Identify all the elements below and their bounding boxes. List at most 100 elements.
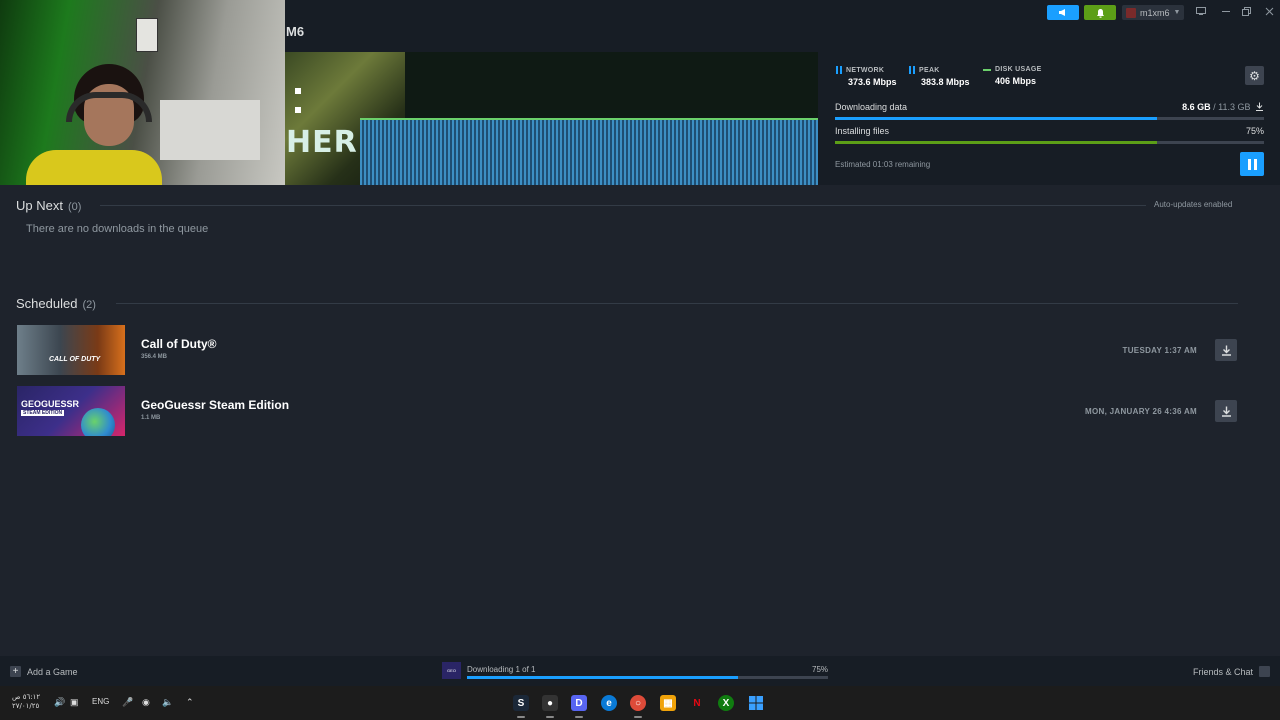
chrome-icon[interactable]: ○ xyxy=(630,695,646,711)
installing-percent: 75% xyxy=(1245,126,1264,136)
section-divider xyxy=(116,303,1238,304)
edge-icon[interactable]: e xyxy=(601,695,617,711)
scheduled-count: (2) xyxy=(82,299,96,311)
downloading-track xyxy=(835,117,1264,120)
pause-button[interactable] xyxy=(1240,152,1264,176)
download-status[interactable]: Downloading 1 of 1 xyxy=(467,665,536,674)
downloaded-amount: 8.6 GB / 11.3 GB xyxy=(1182,102,1264,112)
game-name[interactable]: Call of Duty® xyxy=(141,337,217,351)
scheduled-heading: Scheduled (2) xyxy=(16,296,96,311)
active-indicator xyxy=(546,716,554,718)
scheduled-item[interactable]: GEOGUESSR STEAM EDITION GeoGuessr Steam … xyxy=(17,386,1237,436)
download-icon xyxy=(1221,345,1231,356)
speaker-icon[interactable]: 🔈 xyxy=(162,697,173,708)
installing-label: Installing files xyxy=(835,126,890,136)
discord-icon[interactable]: D xyxy=(571,695,587,711)
netflix-icon[interactable]: N xyxy=(689,695,705,711)
download-settings-button[interactable]: ⚙ xyxy=(1245,66,1264,85)
restore-icon[interactable] xyxy=(1240,4,1254,18)
chevron-up-icon[interactable]: ⌃ xyxy=(186,697,194,708)
peak-bar-icon xyxy=(909,66,915,74)
add-game-label: Add a Game xyxy=(27,666,78,677)
download-arrow-icon xyxy=(1256,102,1263,111)
peak-label: PEAK xyxy=(919,66,940,74)
thumbnail-logo-text: CALL OF DUTY xyxy=(49,356,101,363)
game-size: 356.4 MB xyxy=(141,354,168,360)
obs-icon[interactable]: ● xyxy=(542,695,558,711)
megaphone-icon xyxy=(1059,9,1065,16)
display-icon[interactable]: ▣ xyxy=(70,697,79,708)
microphone-icon[interactable]: 🎤 xyxy=(122,697,133,708)
empty-queue-message: There are no downloads in the queue xyxy=(26,223,209,235)
hero-logo-text: HER xyxy=(286,125,358,160)
xbox-icon[interactable]: X xyxy=(718,695,734,711)
time-remaining: Estimated 01:03 remaining xyxy=(835,160,931,169)
download-mini-thumbnail[interactable]: GEO xyxy=(442,662,461,679)
windows-start-icon[interactable] xyxy=(748,695,764,711)
bell-icon xyxy=(1096,8,1104,18)
clock-date: ٢٧/٠١/٢٥ xyxy=(12,702,40,710)
shield-icon[interactable]: ◉ xyxy=(142,697,150,708)
scheduled-time: TUESDAY 1:37 AM xyxy=(1122,346,1197,355)
friends-chat-label: Friends & Chat xyxy=(1192,666,1253,677)
close-icon[interactable] xyxy=(1262,4,1276,18)
webcam-person-shirt xyxy=(26,150,162,185)
page-title: M6 xyxy=(286,24,305,39)
download-icon xyxy=(1221,406,1231,417)
steam-bottom-bar: + Add a Game GEO Downloading 1 of 1 75% … xyxy=(0,656,1280,686)
chevron-down-icon: ▼ xyxy=(1173,9,1181,16)
auto-updates-status[interactable]: Auto-updates enabled xyxy=(1154,200,1232,209)
downloading-progress: Downloading data 8.6 GB / 11.3 GB xyxy=(835,102,1264,120)
plus-icon: + xyxy=(10,666,21,677)
installing-track xyxy=(835,141,1264,144)
big-picture-icon[interactable] xyxy=(1194,4,1208,18)
downloaded-size: 8.6 GB xyxy=(1182,102,1211,112)
system-clock[interactable]: ٥٦:١٢ ص ٢٧/٠١/٢٥ xyxy=(12,693,40,711)
network-label: NETWORK xyxy=(846,66,885,74)
active-indicator xyxy=(517,716,525,718)
gear-icon: ⚙ xyxy=(1249,68,1260,83)
disk-usage-stat: DISK USAGE 406 Mbps xyxy=(983,66,1042,86)
disk-line-icon xyxy=(983,68,991,71)
active-indicator xyxy=(575,716,583,718)
download-progress-fill xyxy=(467,676,738,679)
steam-icon[interactable]: S xyxy=(513,695,529,711)
network-value: 373.6 Mbps xyxy=(848,77,897,87)
notifications-button[interactable] xyxy=(1084,5,1116,20)
friends-chat-button[interactable]: Friends & Chat xyxy=(1193,666,1270,677)
hero-art-detail xyxy=(295,107,301,113)
globe-art xyxy=(81,408,115,436)
active-indicator xyxy=(634,716,642,718)
download-now-button[interactable] xyxy=(1215,339,1237,361)
disk-usage-label: DISK USAGE xyxy=(995,66,1042,73)
scheduled-title: Scheduled xyxy=(16,296,78,311)
installing-fill xyxy=(835,141,1157,144)
minimize-icon[interactable] xyxy=(1219,4,1233,18)
windows-taskbar: ٥٦:١٢ ص ٢٧/٠١/٢٥ 🔊 ▣ ENG 🎤 ◉ 🔈 ⌃ S ● D e… xyxy=(0,686,1280,720)
chat-icon xyxy=(1259,666,1270,677)
downloading-fill xyxy=(835,117,1157,120)
total-size: / 11.3 GB xyxy=(1213,102,1251,112)
webcam-wall-poster xyxy=(136,18,158,52)
peak-stat: PEAK 383.8 Mbps xyxy=(909,66,970,87)
language-indicator[interactable]: ENG xyxy=(92,697,109,706)
network-usage-graph xyxy=(360,118,818,185)
game-name[interactable]: GeoGuessr Steam Edition xyxy=(141,398,289,412)
download-progress-bar xyxy=(467,676,828,679)
network-bar-icon xyxy=(836,66,842,74)
download-percent: 75% xyxy=(812,665,829,674)
disk-usage-value: 406 Mbps xyxy=(995,76,1037,86)
game-thumbnail[interactable]: GEOGUESSR STEAM EDITION xyxy=(17,386,125,436)
webcam-overlay xyxy=(0,0,285,185)
up-next-count: (0) xyxy=(67,201,82,213)
download-now-button[interactable] xyxy=(1215,400,1237,422)
store-icon[interactable]: ▦ xyxy=(660,695,676,711)
hero-art-detail xyxy=(295,88,301,94)
section-divider xyxy=(100,205,1146,206)
scheduled-item[interactable]: CALL OF DUTY Call of Duty® 356.4 MB TUES… xyxy=(17,325,1237,375)
game-thumbnail[interactable]: CALL OF DUTY xyxy=(17,325,125,375)
volume-icon[interactable]: 🔊 xyxy=(54,697,65,708)
account-menu[interactable]: m1xm6 ▼ xyxy=(1122,5,1184,20)
announcements-button[interactable] xyxy=(1047,5,1079,20)
add-game-button[interactable]: + Add a Game xyxy=(10,666,78,677)
